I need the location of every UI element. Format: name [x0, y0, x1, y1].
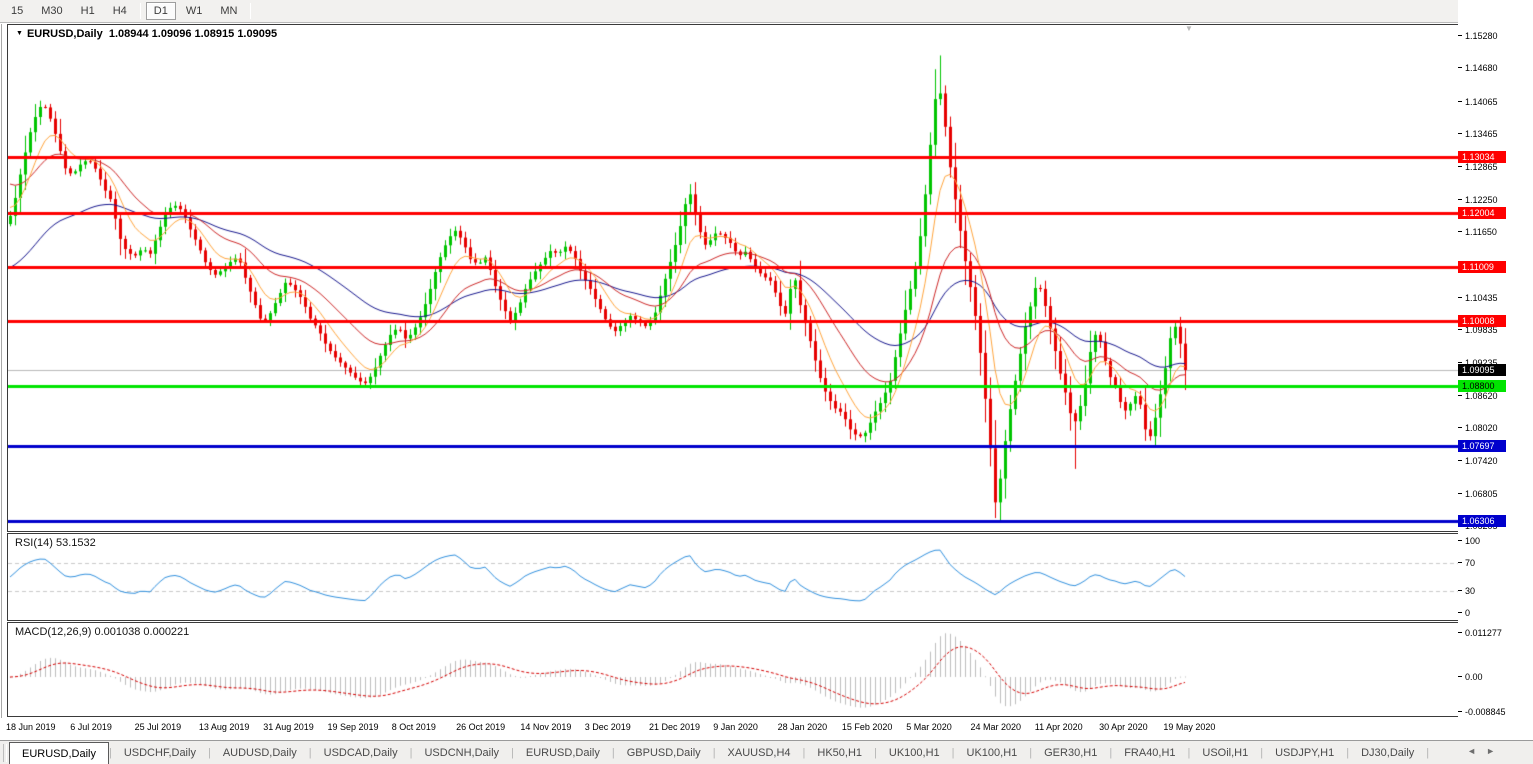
price-level-label: 1.13034 [1458, 151, 1506, 163]
timeframe-toolbar: 15 M30 H1 H4 D1 W1 MN [0, 0, 1533, 23]
chart-title: ▼ EURUSD,Daily 1.08944 1.09096 1.08915 1.… [16, 28, 277, 40]
tab-eurusd-daily[interactable]: EURUSD,Daily [514, 741, 612, 764]
date-label: 26 Oct 2019 [456, 722, 506, 732]
chart-dropdown-icon[interactable]: ▼ [16, 30, 23, 37]
rsi-canvas[interactable] [8, 534, 1458, 620]
price-tick: 1.06805 [1458, 489, 1498, 499]
tab-fra40-h1[interactable]: FRA40,H1 [1112, 741, 1187, 764]
toolbar-separator [139, 3, 141, 19]
tab-usdcnh-daily[interactable]: USDCNH,Daily [412, 741, 511, 764]
timeframe-h1[interactable]: H1 [73, 2, 103, 20]
price-level-label: 1.06306 [1458, 515, 1506, 527]
chart-title-symbol: EURUSD,Daily [26, 28, 103, 40]
date-label: 13 Aug 2019 [198, 722, 250, 732]
current-price-label: 1.09095 [1458, 364, 1506, 376]
date-label: 25 Jul 2019 [134, 722, 182, 732]
date-label: 11 Apr 2020 [1034, 722, 1083, 732]
price-level-label: 1.11009 [1458, 261, 1506, 273]
price-level-label: 1.07697 [1458, 440, 1506, 452]
tab-usdcad-daily[interactable]: USDCAD,Daily [312, 741, 410, 764]
tab-xauusd-h4[interactable]: XAUUSD,H4 [716, 741, 803, 764]
tab-ger30-h1[interactable]: GER30,H1 [1032, 741, 1109, 764]
date-axis[interactable]: 18 Jun 2019 6 Jul 2019 25 Jul 2019 13 Aug 2… [0, 718, 1533, 740]
price-tick: 1.08620 [1458, 391, 1498, 401]
tab-uk100-h1[interactable]: UK100,H1 [877, 741, 952, 764]
chart-shift-marker-icon[interactable]: ▼ [1185, 24, 1193, 33]
tab-separator: | [1426, 746, 1430, 759]
tab-uk100-h1[interactable]: UK100,H1 [955, 741, 1030, 764]
timeframe-15[interactable]: 15 [3, 2, 31, 20]
timeframe-d1[interactable]: D1 [145, 2, 176, 20]
price-tick: 1.12865 [1458, 162, 1498, 172]
date-label: 9 Jan 2020 [713, 722, 758, 732]
tab-usoil-h1[interactable]: USOil,H1 [1190, 741, 1260, 764]
date-label: 19 Sep 2019 [327, 722, 379, 732]
timeframe-h4[interactable]: H4 [105, 2, 135, 20]
price-tick: 1.15280 [1458, 31, 1498, 41]
price-tick: 0.011277 [1458, 628, 1502, 638]
timeframe-m30[interactable]: M30 [33, 2, 70, 20]
date-label: 14 Nov 2019 [520, 722, 572, 732]
tab-scroll-arrows[interactable]: ◄► [1467, 746, 1505, 756]
tab-dj30-daily[interactable]: DJ30,Daily [1349, 741, 1426, 764]
timeframe-w1[interactable]: W1 [178, 2, 211, 20]
price-level-label: 1.10008 [1458, 315, 1506, 327]
tab-audusd-daily[interactable]: AUDUSD,Daily [211, 741, 309, 764]
price-tick: 0 [1458, 608, 1470, 618]
price-level-label: 1.08800 [1458, 380, 1506, 392]
tab-usdjpy-h1[interactable]: USDJPY,H1 [1263, 741, 1346, 764]
main-chart-panel: ▼ EURUSD,Daily 1.08944 1.09096 1.08915 1.… [7, 24, 1459, 532]
chart-tab-bar: EURUSD,Daily | USDCHF,Daily | AUDUSD,Daily | U… [0, 740, 1533, 764]
date-label: 15 Feb 2020 [841, 722, 893, 732]
tabbar-grip[interactable] [3, 744, 7, 762]
date-label: 8 Oct 2019 [391, 722, 436, 732]
tab-hk50-h1[interactable]: HK50,H1 [805, 741, 874, 764]
date-label: 19 May 2020 [1163, 722, 1216, 732]
price-tick: 1.14680 [1458, 63, 1498, 73]
tab-gbpusd-daily[interactable]: GBPUSD,Daily [615, 741, 713, 764]
timeframe-mn[interactable]: MN [212, 2, 245, 20]
tab-usdchf-daily[interactable]: USDCHF,Daily [112, 741, 208, 764]
price-tick: 70 [1458, 558, 1475, 568]
price-tick: 1.11650 [1458, 227, 1497, 237]
main-chart-canvas[interactable] [8, 25, 1458, 531]
price-tick: 1.10435 [1458, 293, 1498, 303]
price-tick: 1.12250 [1458, 195, 1498, 205]
price-tick: 1.13465 [1458, 129, 1498, 139]
macd-canvas[interactable] [8, 623, 1458, 716]
price-tick: 1.14065 [1458, 97, 1498, 107]
price-tick: 1.07420 [1458, 456, 1498, 466]
price-axis[interactable]: 1.15280 1.14680 1.14065 1.13465 1.12865 1.122… [1458, 0, 1533, 740]
date-label: 24 Mar 2020 [970, 722, 1022, 732]
price-level-label: 1.12004 [1458, 207, 1506, 219]
date-label: 31 Aug 2019 [263, 722, 314, 732]
chart-title-ohlc: 1.08944 1.09096 1.08915 1.09095 [108, 28, 278, 40]
window-frame-left [1, 24, 2, 740]
date-label: 6 Jul 2019 [70, 722, 112, 732]
toolbar-separator [250, 3, 252, 19]
rsi-label: RSI(14) 53.1532 [15, 537, 96, 549]
price-tick: 0.00 [1458, 672, 1483, 682]
date-label: 28 Jan 2020 [777, 722, 828, 732]
price-tick: -0.008845 [1458, 707, 1506, 717]
price-tick: 1.08020 [1458, 423, 1498, 433]
date-label: 21 Dec 2019 [649, 722, 701, 732]
date-label: 3 Dec 2019 [584, 722, 631, 732]
date-label: 18 Jun 2019 [6, 722, 56, 732]
macd-label: MACD(12,26,9) 0.001038 0.000221 [15, 626, 190, 638]
tab-eurusd-daily[interactable]: EURUSD,Daily [9, 742, 109, 764]
mt4-window: 15 M30 H1 H4 D1 W1 MN ▼ EURUSD,Daily 1.08944 1.… [0, 0, 1533, 764]
rsi-panel: RSI(14) 53.1532 [7, 533, 1459, 621]
price-tick: 30 [1458, 586, 1475, 596]
price-tick: 100 [1458, 536, 1480, 546]
date-label: 30 Apr 2020 [1099, 722, 1148, 732]
date-label: 5 Mar 2020 [906, 722, 952, 732]
macd-panel: MACD(12,26,9) 0.001038 0.000221 [7, 622, 1459, 717]
